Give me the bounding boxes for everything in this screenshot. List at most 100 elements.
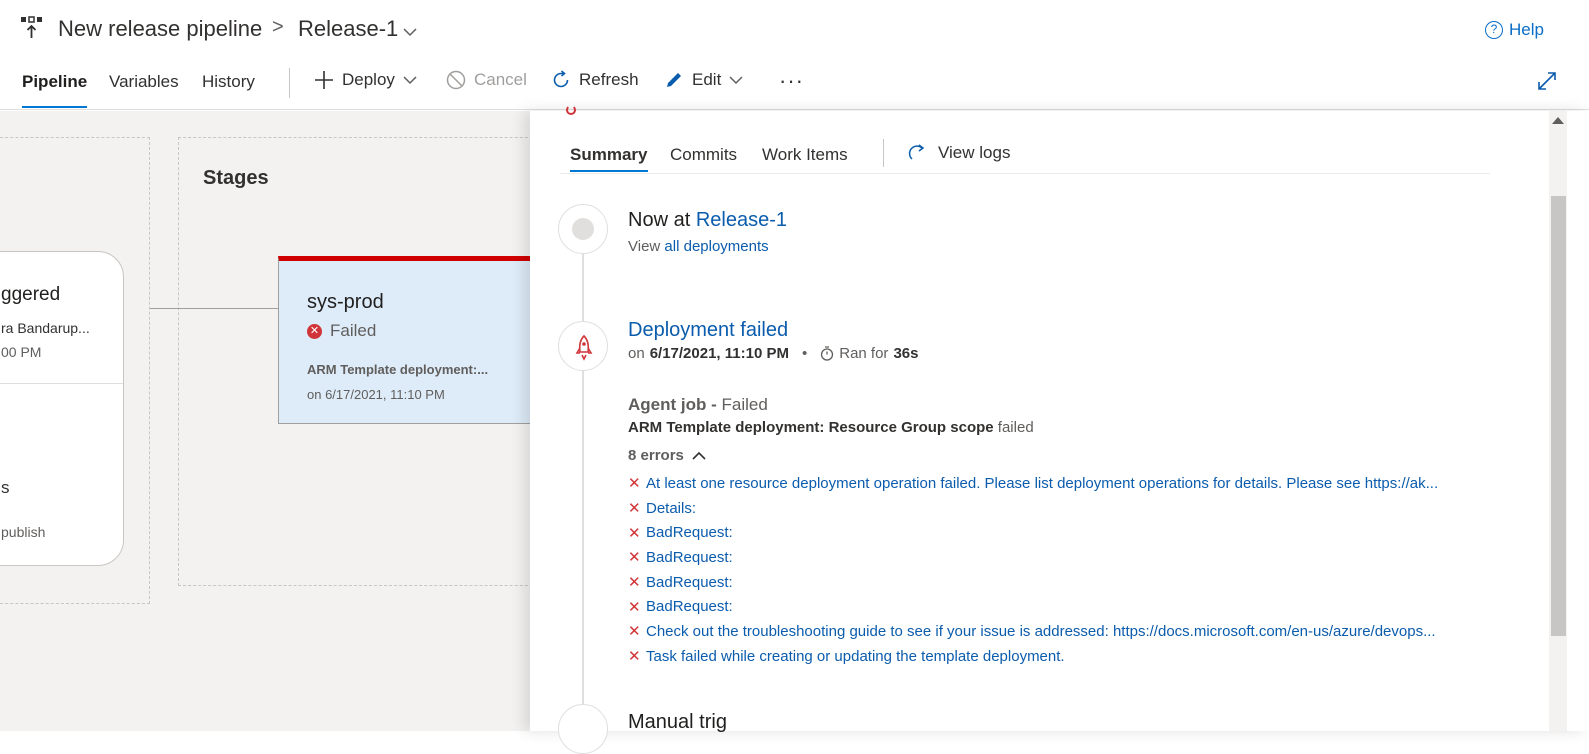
error-item[interactable]: ✕ Check out the troubleshooting guide to … (628, 619, 1508, 644)
edit-label: Edit (692, 70, 722, 89)
view-all-line: View all deployments (628, 238, 769, 255)
stage-name: sys-prod (307, 291, 384, 313)
task-line: ARM Template deployment: Resource Group … (628, 419, 1034, 436)
header: New release pipeline > Release-1 ? Help (0, 0, 1589, 60)
release-chevron-down-icon[interactable] (403, 24, 417, 37)
stage-time: on 6/17/2021, 11:10 PM (307, 387, 445, 402)
edit-button[interactable]: Edit (664, 70, 743, 90)
tab-work-items[interactable]: Work Items (762, 145, 848, 165)
pencil-icon (667, 73, 681, 87)
chevron-up-icon (692, 451, 706, 460)
view-logs-button[interactable]: View logs (908, 143, 1010, 163)
timeline-node-current (558, 204, 608, 254)
help-label: Help (1509, 20, 1544, 39)
stage-connector (150, 308, 278, 309)
stage-card-sys-prod[interactable]: sys-prod ✕ Failed ARM Template deploymen… (278, 256, 530, 424)
timeline-node-manual (558, 704, 608, 754)
help-link[interactable]: ? Help (1485, 20, 1544, 40)
artifact-source: s (1, 478, 10, 497)
error-text: BadRequest: (646, 548, 733, 566)
ran-for-value: 36s (893, 345, 919, 362)
plus-icon (315, 71, 333, 89)
error-text: Task failed while creating or updating t… (646, 647, 1065, 665)
on-prefix: on (628, 345, 645, 362)
active-tab-indicator (22, 106, 87, 108)
error-item[interactable]: ✕ BadRequest: (628, 545, 1508, 570)
errors-count: 8 errors (628, 447, 684, 464)
error-x-icon: ✕ (628, 598, 641, 616)
errors-toggle[interactable]: 8 errors (628, 447, 706, 464)
error-x-icon: ✕ (628, 500, 641, 518)
toolbar: Pipeline Variables History Deploy Cancel… (0, 60, 1589, 110)
scroll-up-arrow-icon[interactable] (1552, 117, 1564, 124)
timeline-node-deployment (558, 321, 608, 371)
pipeline-canvas: Stages ggered ra Bandarup... 00 PM s pub… (0, 111, 530, 731)
stage-task: ARM Template deployment:... (307, 362, 489, 377)
deploy-label: Deploy (342, 70, 395, 89)
release-trigger-card[interactable]: ggered ra Bandarup... 00 PM s publish (0, 251, 124, 566)
error-item[interactable]: ✕ BadRequest: (628, 520, 1508, 545)
agent-job-status: Failed (721, 395, 768, 414)
artifact-branch: publish (1, 524, 46, 540)
error-x-icon: ✕ (628, 549, 641, 567)
error-x-icon: ✕ (628, 524, 641, 542)
refresh-label: Refresh (579, 70, 639, 89)
more-actions-button[interactable]: ··· (779, 68, 804, 94)
stages-label: Stages (203, 167, 269, 189)
card-divider (0, 383, 123, 384)
error-text: Details: (646, 499, 697, 517)
all-deployments-link[interactable]: all deployments (664, 238, 768, 255)
error-text: BadRequest: (646, 524, 733, 542)
tab-summary[interactable]: Summary (570, 145, 647, 165)
error-item[interactable]: ✕ BadRequest: (628, 594, 1508, 619)
error-x-icon: ✕ (628, 475, 641, 493)
timer-icon (821, 346, 834, 361)
release-pipeline-icon (20, 16, 44, 40)
error-text: BadRequest: (646, 598, 733, 616)
cancel-icon (446, 70, 466, 90)
error-item[interactable]: ✕ BadRequest: (628, 570, 1508, 595)
release-name[interactable]: Release-1 (298, 16, 398, 42)
error-list: ✕ At least one resource deployment operat… (628, 471, 1508, 669)
task-name: ARM Template deployment: Resource Group … (628, 419, 994, 436)
cancel-button[interactable]: Cancel (446, 70, 527, 90)
pipeline-name-link[interactable]: New release pipeline (58, 16, 262, 42)
error-x-icon: ✕ (628, 648, 641, 666)
error-item[interactable]: ✕ Task failed while creating or updating … (628, 644, 1508, 669)
tab-history[interactable]: History (202, 72, 255, 92)
error-text: At least one resource deployment operati… (646, 474, 1439, 492)
ran-for-prefix: Ran for (839, 345, 889, 362)
refresh-button[interactable]: Refresh (551, 70, 639, 90)
error-item[interactable]: ✕ At least one resource deployment operat… (628, 471, 1508, 496)
agent-job-label: Agent job - (628, 395, 717, 414)
scrollbar-thumb[interactable] (1551, 196, 1566, 636)
deployment-status-link[interactable]: Deployment failed (628, 319, 788, 342)
error-x-icon: ✕ (628, 623, 641, 641)
release-link[interactable]: Release-1 (696, 209, 787, 231)
now-at-prefix: Now at (628, 209, 691, 231)
open-logs-icon (908, 144, 925, 160)
trigger-time: 00 PM (1, 344, 42, 360)
status-peek-icon (566, 105, 576, 115)
cancel-label: Cancel (474, 70, 527, 89)
tab-variables[interactable]: Variables (109, 72, 179, 92)
tab-divider (883, 139, 884, 167)
error-text: Check out the troubleshooting guide to s… (646, 622, 1436, 640)
error-x-icon: ✕ (628, 574, 641, 592)
meta-bullet: • (801, 345, 808, 362)
active-tab-indicator (570, 170, 648, 172)
deploy-button[interactable]: Deploy (314, 70, 417, 90)
tab-pipeline[interactable]: Pipeline (22, 72, 87, 92)
error-item[interactable]: ✕ Details: (628, 496, 1508, 521)
tab-commits[interactable]: Commits (670, 145, 737, 165)
now-at-line: Now at Release-1 (628, 209, 787, 232)
stage-details-panel: Summary Commits Work Items View logs Now… (530, 105, 1589, 754)
breadcrumb-separator: > (272, 16, 284, 38)
stage-status: ✕ Failed (307, 321, 376, 341)
view-logs-label: View logs (938, 143, 1011, 162)
timeline-line (582, 229, 584, 739)
toolbar-divider (289, 68, 290, 98)
expand-icon[interactable] (1536, 70, 1558, 92)
stage-status-label: Failed (330, 321, 377, 340)
tabs-divider (560, 173, 1490, 174)
